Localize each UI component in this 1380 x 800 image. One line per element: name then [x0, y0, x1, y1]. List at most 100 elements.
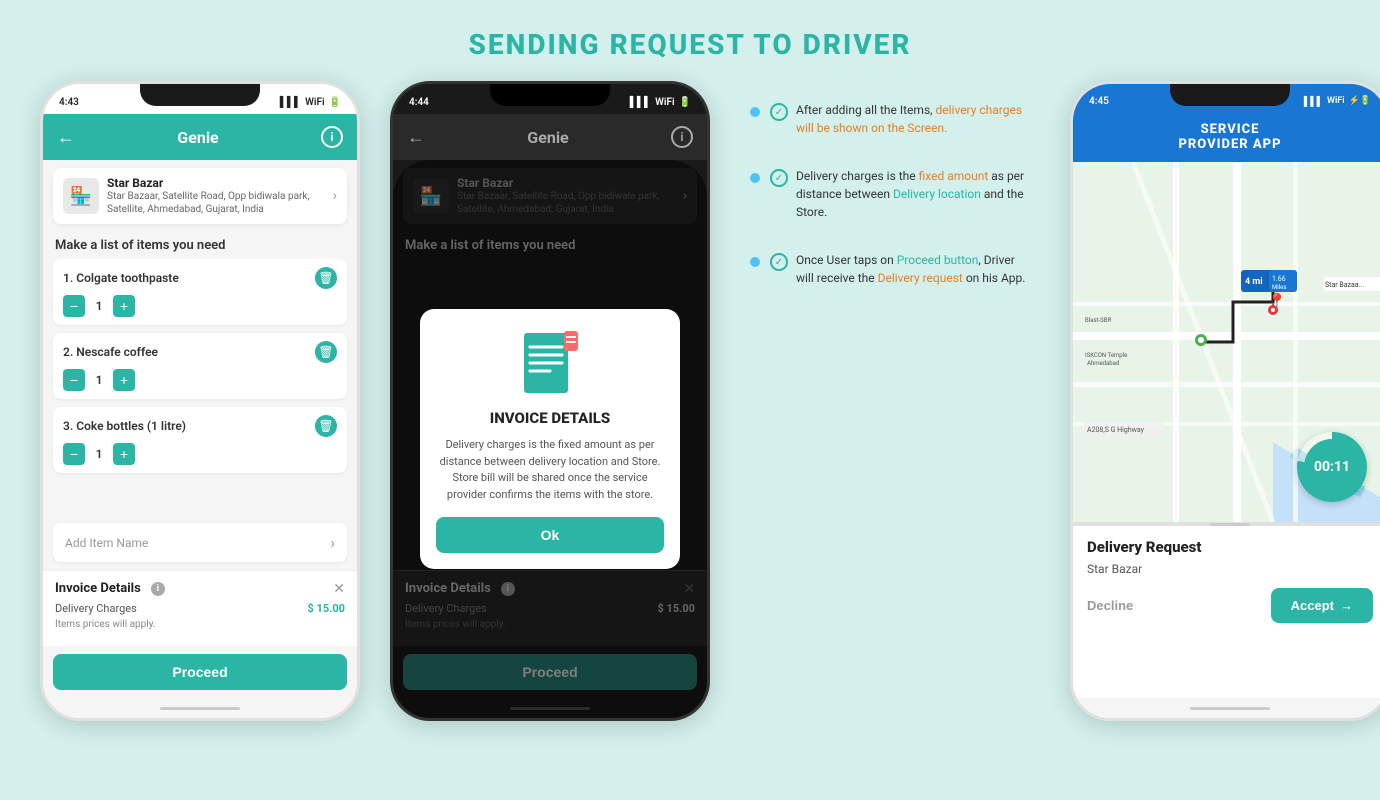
items-list-1: 1. Colgate toothpaste 🗑 − 1 + 2. Nescafe…	[43, 259, 357, 523]
info-icon-1[interactable]: i	[321, 126, 343, 148]
bottom-bar-3	[1073, 698, 1380, 718]
phone-3-time: 4:45	[1089, 96, 1109, 107]
annotation-area: ✓ After adding all the Items, delivery c…	[740, 81, 1040, 307]
modal-ok-button[interactable]: Ok	[436, 517, 664, 553]
accept-button[interactable]: Accept →	[1271, 588, 1373, 623]
svg-text:ISKCON Temple: ISKCON Temple	[1085, 352, 1127, 359]
annotation-1-wrapper: ✓ After adding all the Items, delivery c…	[750, 101, 1030, 137]
annotation-text-3: Once User taps on Proceed button, Driver…	[796, 251, 1030, 287]
item-row-2: 2. Nescafe coffee 🗑 − 1 +	[53, 333, 347, 399]
modal-icon-area	[515, 329, 585, 399]
delivery-card: Delivery Request Star Bazar Decline Acce…	[1073, 526, 1380, 698]
invoice-close-1[interactable]: ✕	[333, 581, 345, 597]
back-icon[interactable]: ←	[57, 127, 75, 148]
qty-minus-3[interactable]: −	[63, 443, 85, 465]
qty-plus-1[interactable]: +	[113, 295, 135, 317]
item-row-1: 1. Colgate toothpaste 🗑 − 1 +	[53, 259, 347, 325]
phone-2: 4:44 ▌▌▌ WiFi 🔋 ← Genie i 🏪 Star Bazar S…	[390, 81, 710, 721]
phone-2-time: 4:44	[409, 97, 429, 108]
svg-text:Ahmedabad: Ahmedabad	[1087, 360, 1119, 367]
blue-dot-2	[750, 173, 760, 183]
chevron-icon-1: ›	[333, 188, 337, 204]
item-1-name: 1. Colgate toothpaste	[63, 271, 179, 285]
delivery-actions: Decline Accept →	[1087, 588, 1373, 623]
page-title: SENDING REQUEST TO DRIVER	[469, 28, 912, 61]
annotation-item-3: ✓ Once User taps on Proceed button, Driv…	[770, 251, 1030, 287]
store-info-1: Star Bazar Star Bazaar, Satellite Road, …	[107, 176, 325, 216]
annotation-text-2: Delivery charges is the fixed amount as …	[796, 167, 1030, 221]
invoice-info-icon-1[interactable]: i	[151, 582, 165, 596]
store-address-1: Star Bazaar, Satellite Road, Opp bidiwal…	[107, 190, 325, 216]
qty-value-1: 1	[91, 299, 107, 313]
qty-plus-3[interactable]: +	[113, 443, 135, 465]
qty-value-3: 1	[91, 447, 107, 461]
blue-dot-1	[750, 107, 760, 117]
chevron-add-icon: ›	[330, 533, 335, 552]
annotation-3-wrapper: ✓ Once User taps on Proceed button, Driv…	[750, 251, 1030, 287]
map-area: 4 mi 1.66 Miles 📍 ● A208,S G Highway Sta…	[1073, 162, 1380, 522]
svg-text:Blast-SBR: Blast-SBR	[1085, 317, 1111, 324]
wifi-icon-2: WiFi	[655, 97, 674, 108]
delete-icon-1[interactable]: 🗑	[315, 267, 337, 289]
nav-title-1: Genie	[177, 128, 218, 147]
check-icon-3: ✓	[770, 253, 788, 271]
qty-control-1: − 1 +	[63, 295, 337, 317]
invoice-section-1: Invoice Details i ✕ Delivery Charges $ 1…	[43, 570, 357, 646]
store-name-1: Star Bazar	[107, 176, 325, 190]
qty-minus-2[interactable]: −	[63, 369, 85, 391]
bottom-bar-1	[43, 698, 357, 718]
qty-control-2: − 1 +	[63, 369, 337, 391]
store-icon-1: 🏪	[63, 178, 99, 214]
signal-icon-2: ▌▌▌	[630, 97, 651, 108]
svg-text:A208,S G Highway: A208,S G Highway	[1087, 426, 1145, 434]
back-icon-2[interactable]: ←	[407, 127, 425, 148]
store-card-1[interactable]: 🏪 Star Bazar Star Bazaar, Satellite Road…	[53, 168, 347, 224]
service-provider-title: SERVICEPROVIDER APP	[1087, 122, 1373, 152]
delivery-label-1: Delivery Charges	[55, 602, 137, 615]
blue-dot-3	[750, 257, 760, 267]
add-item-row[interactable]: Add Item Name ›	[53, 523, 347, 562]
phone-1-time: 4:43	[59, 97, 79, 108]
info-icon-2[interactable]: i	[671, 126, 693, 148]
timer-display: 00:11	[1304, 439, 1360, 495]
invoice-note-1: Items prices will apply.	[55, 619, 345, 630]
signal-icon-3: ▌▌▌	[1304, 96, 1323, 107]
delete-icon-3[interactable]: 🗑	[315, 415, 337, 437]
qty-value-2: 1	[91, 373, 107, 387]
nav-title-2: Genie	[527, 128, 568, 147]
phone-1-nav-bar: ← Genie i	[43, 114, 357, 160]
wifi-icon-3: WiFi	[1327, 96, 1345, 106]
service-provider-header: SERVICEPROVIDER APP	[1073, 112, 1380, 162]
annotation-item-2: ✓ Delivery charges is the fixed amount a…	[770, 167, 1030, 221]
decline-button[interactable]: Decline	[1087, 598, 1133, 613]
battery-icon-2: 🔋	[679, 97, 691, 108]
item-2-name: 2. Nescafe coffee	[63, 345, 158, 359]
phone-2-content: 🏪 Star Bazar Star Bazaar, Satellite Road…	[393, 160, 707, 718]
annotation-text-1: After adding all the Items, delivery cha…	[796, 101, 1030, 137]
arrow-right-icon: →	[1340, 598, 1353, 613]
phone-1: 4:43 ▌▌▌ WiFi 🔋 ← Genie i 🏪 Star Bazar S…	[40, 81, 360, 721]
svg-text:Miles: Miles	[1272, 284, 1286, 291]
invoice-modal: INVOICE DETAILS Delivery charges is the …	[420, 309, 680, 569]
battery-icon: 🔋	[329, 97, 341, 108]
svg-text:4 mi: 4 mi	[1245, 277, 1263, 287]
qty-plus-2[interactable]: +	[113, 369, 135, 391]
home-indicator-3	[1190, 707, 1270, 710]
item-row-3: 3. Coke bottles (1 litre) 🗑 − 1 +	[53, 407, 347, 473]
qty-control-3: − 1 +	[63, 443, 337, 465]
check-icon-2: ✓	[770, 169, 788, 187]
qty-minus-1[interactable]: −	[63, 295, 85, 317]
delivery-value-1: $ 15.00	[308, 602, 345, 615]
timer-value: 00:11	[1314, 459, 1350, 475]
modal-overlay: INVOICE DETAILS Delivery charges is the …	[393, 160, 707, 718]
delivery-store-name: Star Bazar	[1087, 562, 1373, 576]
modal-text: Delivery charges is the fixed amount as …	[436, 437, 664, 503]
phone-2-nav-bar: ← Genie i	[393, 114, 707, 160]
delivery-request-title: Delivery Request	[1087, 538, 1373, 556]
svg-text:Star Bazaa...: Star Bazaa...	[1325, 281, 1364, 289]
proceed-button-1[interactable]: Proceed	[53, 654, 347, 690]
invoice-title-1: Invoice Details	[55, 581, 141, 596]
battery-icon-3: ⚡🔋	[1349, 96, 1371, 106]
modal-title: INVOICE DETAILS	[490, 409, 610, 427]
delete-icon-2[interactable]: 🗑	[315, 341, 337, 363]
